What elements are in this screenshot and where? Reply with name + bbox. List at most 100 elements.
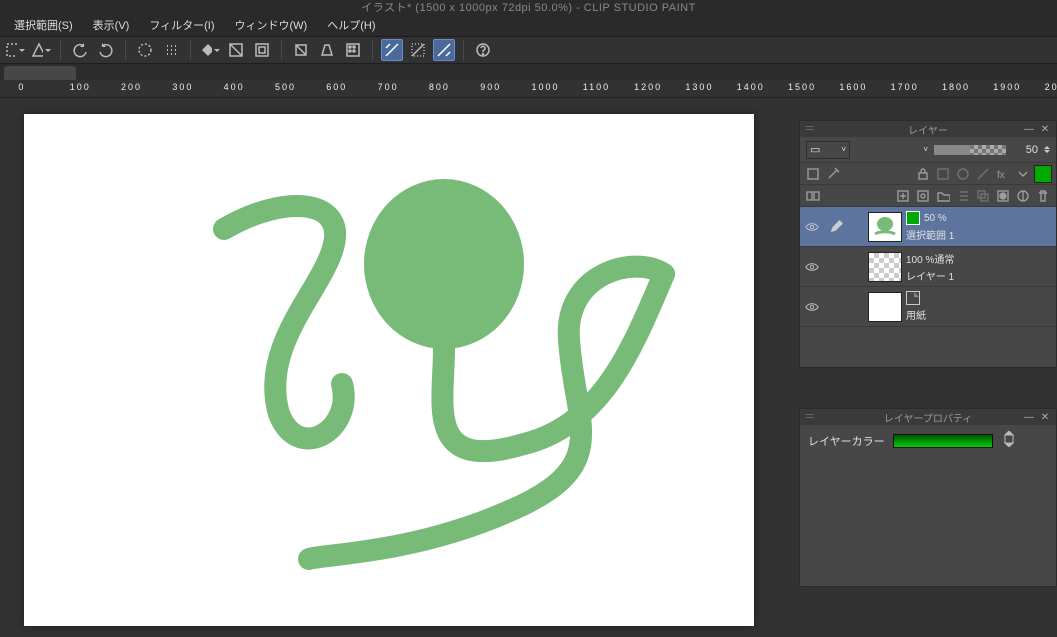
close-icon[interactable]: ✕ xyxy=(1038,410,1052,424)
menu-window[interactable]: ウィンドウ(W) xyxy=(225,15,318,35)
layer-name: 用紙 xyxy=(906,307,926,322)
opacity-value[interactable]: 50 xyxy=(1012,144,1038,156)
fx-icon[interactable]: fx xyxy=(994,165,1012,183)
tab-bar xyxy=(0,64,1057,80)
right-dock: レイヤー — ✕ ▭˅ ˅ 50 xyxy=(799,98,1057,637)
snap-perspective-button[interactable] xyxy=(433,39,455,61)
apply-mask-icon[interactable] xyxy=(1014,187,1032,205)
separator xyxy=(281,40,282,60)
layer-opacity-label: 50 % xyxy=(924,213,947,224)
layer-actions-row xyxy=(800,185,1056,207)
lock-alpha-icon[interactable] xyxy=(934,165,952,183)
grip-icon xyxy=(806,414,814,420)
layer-thumbnail[interactable] xyxy=(868,292,902,322)
tone-tool[interactable] xyxy=(342,39,364,61)
ruler-label: 1200 xyxy=(634,82,662,92)
combine-layer-icon[interactable] xyxy=(974,187,992,205)
svg-text:fx: fx xyxy=(997,170,1005,181)
layer-row[interactable]: 用紙 xyxy=(800,287,1056,327)
bucket-tool[interactable] xyxy=(199,39,221,61)
close-icon[interactable]: ✕ xyxy=(1038,122,1052,136)
transform-tool[interactable] xyxy=(290,39,312,61)
ruler-label: 1700 xyxy=(891,82,919,92)
shape-select-tool[interactable] xyxy=(30,39,52,61)
merge-layer-icon[interactable] xyxy=(954,187,972,205)
mask-icon[interactable] xyxy=(994,187,1012,205)
perspective-tool[interactable] xyxy=(316,39,338,61)
minimize-icon[interactable]: — xyxy=(1022,410,1036,424)
layer-color-swatch[interactable] xyxy=(1034,165,1052,183)
ruler-label: 600 xyxy=(326,82,347,92)
new-vector-layer-icon[interactable] xyxy=(914,187,932,205)
document-tab[interactable] xyxy=(4,66,76,80)
ruler-label: 300 xyxy=(172,82,193,92)
layer-row[interactable]: 50 % 選択範囲 1 xyxy=(800,207,1056,247)
blend-opacity-row: ▭˅ ˅ 50 xyxy=(800,137,1056,163)
layer-name: レイヤー 1 xyxy=(906,268,954,283)
show-panels-icon[interactable] xyxy=(804,187,822,205)
paper-icon xyxy=(906,291,920,305)
workspace: レイヤー — ✕ ▭˅ ˅ 50 xyxy=(0,98,1057,637)
ruler-label: 900 xyxy=(480,82,501,92)
layer-color-bar[interactable] xyxy=(893,434,993,448)
layer-property-title[interactable]: レイヤープロパティ — ✕ xyxy=(800,409,1056,425)
menu-view[interactable]: 表示(V) xyxy=(83,15,140,35)
swap-color-icon[interactable] xyxy=(1001,431,1017,450)
grip-icon[interactable] xyxy=(160,39,182,61)
layer-thumbnail[interactable] xyxy=(868,212,902,242)
snap-grid-button[interactable] xyxy=(407,39,429,61)
undo-button[interactable] xyxy=(69,39,91,61)
layers-panel-title[interactable]: レイヤー — ✕ xyxy=(800,121,1056,137)
ruler-label: 1000 xyxy=(532,82,560,92)
opacity-slider[interactable] xyxy=(934,145,1006,155)
menu-bar: 選択範囲(S) 表示(V) フィルター(I) ウィンドウ(W) ヘルプ(H) xyxy=(0,14,1057,36)
ruler-label: 1600 xyxy=(839,82,867,92)
snap-ruler-button[interactable] xyxy=(381,39,403,61)
ruler-label: 100 xyxy=(70,82,91,92)
redo-button[interactable] xyxy=(95,39,117,61)
layers-panel: レイヤー — ✕ ▭˅ ˅ 50 xyxy=(799,120,1057,368)
layer-row[interactable]: 100 %通常レイヤー 1 xyxy=(800,247,1056,287)
visibility-icon[interactable] xyxy=(800,260,824,274)
palette-icon[interactable] xyxy=(804,165,822,183)
menu-help[interactable]: ヘルプ(H) xyxy=(317,15,385,35)
chevron-down-icon[interactable] xyxy=(1014,165,1032,183)
layer-color-label: レイヤーカラー xyxy=(808,433,885,449)
window-title: イラスト* (1500 x 1000px 72dpi 50.0%) - CLIP… xyxy=(361,0,696,15)
marquee-tool[interactable] xyxy=(4,39,26,61)
separator xyxy=(60,40,61,60)
new-layer-icon[interactable] xyxy=(894,187,912,205)
frame-tool[interactable] xyxy=(251,39,273,61)
ref-icon[interactable] xyxy=(954,165,972,183)
wand-icon[interactable] xyxy=(824,165,842,183)
opacity-spinner[interactable] xyxy=(1044,143,1050,156)
ruler-label: 1800 xyxy=(942,82,970,92)
layer-name: 選択範囲 1 xyxy=(906,227,954,242)
ruler-label: 200 xyxy=(121,82,142,92)
minimize-icon[interactable]: — xyxy=(1022,122,1036,136)
lock-icon[interactable] xyxy=(914,165,932,183)
gradient-tool[interactable] xyxy=(225,39,247,61)
layer-color-icon xyxy=(906,211,920,225)
ruler-label: 1100 xyxy=(583,82,610,92)
canvas[interactable] xyxy=(24,114,754,626)
ruler-label: 500 xyxy=(275,82,296,92)
chevron-down-icon[interactable]: ˅ xyxy=(923,145,928,154)
menu-filter[interactable]: フィルター(I) xyxy=(139,15,224,35)
visibility-icon[interactable] xyxy=(800,220,824,234)
layer-lock-row: fx xyxy=(800,163,1056,185)
menu-select[interactable]: 選択範囲(S) xyxy=(4,15,83,35)
draft-icon[interactable] xyxy=(974,165,992,183)
blend-mode-select[interactable]: ▭˅ xyxy=(806,141,850,159)
new-folder-icon[interactable] xyxy=(934,187,952,205)
ruler-label: 1900 xyxy=(993,82,1021,92)
panel-title-label: レイヤー xyxy=(908,122,948,137)
separator xyxy=(463,40,464,60)
ruler-label: 1500 xyxy=(788,82,816,92)
layer-thumbnail[interactable] xyxy=(868,252,902,282)
dashed-circle-tool[interactable] xyxy=(134,39,156,61)
visibility-icon[interactable] xyxy=(800,300,824,314)
help-button[interactable] xyxy=(472,39,494,61)
delete-layer-icon[interactable] xyxy=(1034,187,1052,205)
separator xyxy=(190,40,191,60)
